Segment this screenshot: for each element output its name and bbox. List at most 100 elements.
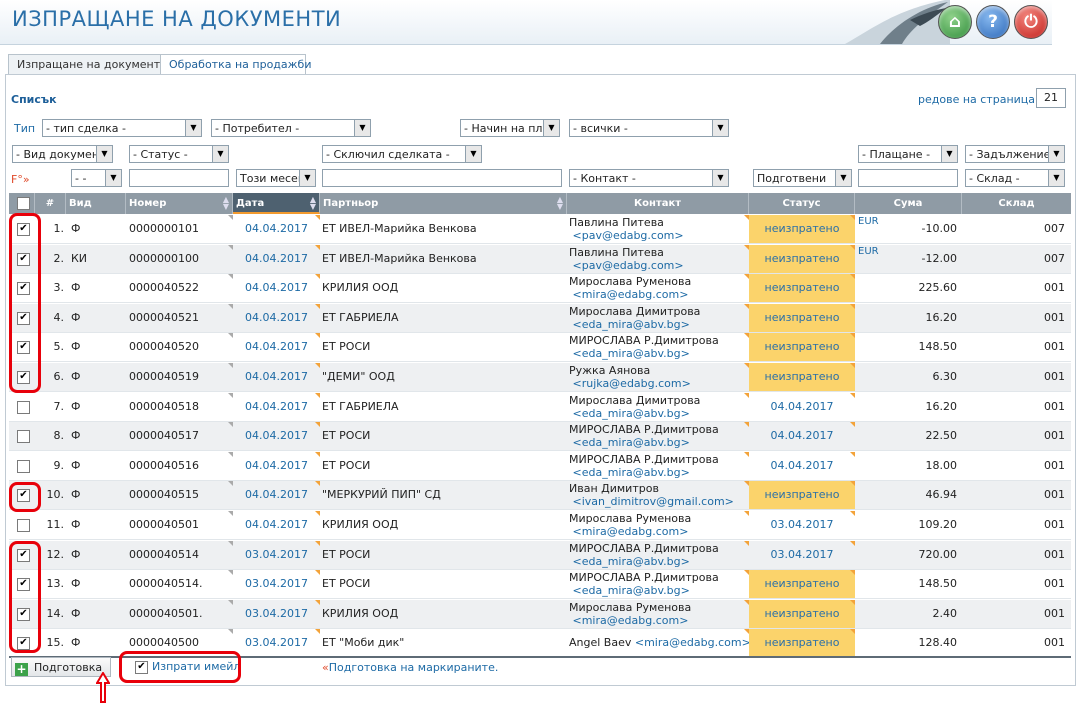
row-store: 001 <box>1044 636 1065 650</box>
table-row[interactable]: ✔ 4. Ф 0000040521 04.04.2017 ЕТ ГАБРИЕЛА Мирос… <box>9 303 1071 333</box>
row-type: Ф <box>71 399 81 413</box>
deal-type-select[interactable]: - тип сделка - ▼ <box>42 119 202 137</box>
corner-marker <box>315 392 320 398</box>
payment-method-select[interactable]: - Начин на плащ ▼ <box>460 119 560 137</box>
home-icon[interactable]: ⌂ <box>938 5 972 39</box>
chevron-down-icon: ▼ <box>1048 170 1064 186</box>
corner-marker <box>850 599 855 605</box>
table-row[interactable]: ✔ 3. Ф 0000040522 04.04.2017 КРИЛИЯ ООД Миросл… <box>9 274 1071 304</box>
table-row[interactable]: 8. Ф 0000040517 04.04.2017 ЕТ РОСИ МИРОСЛАВА … <box>9 422 1071 452</box>
date-range-select[interactable]: Този месец ▼ <box>236 169 316 187</box>
row-number: 0000040501. <box>129 606 203 620</box>
row-contact: Мирослава Руменова <mira@edabg.com> <box>569 512 692 538</box>
contact-email-link[interactable]: <eda_mira@abv.bg> <box>573 347 690 360</box>
liability-select[interactable]: - Задължение - ▼ <box>965 145 1065 163</box>
row-checkbox[interactable] <box>17 400 30 414</box>
sum-filter-input[interactable] <box>858 169 958 187</box>
row-sum: 16.20 <box>925 310 958 324</box>
row-number: 0000000101 <box>129 222 199 235</box>
table-row[interactable]: ✔ 1. Ф 0000000101 04.04.2017 ЕТ ИВЕЛ-Марийка … <box>9 215 1071 244</box>
rows-per-page-input[interactable]: 21 <box>1036 88 1066 108</box>
table-row[interactable]: ✔ 5. Ф 0000040520 04.04.2017 ЕТ РОСИ МИРОСЛАВА… <box>9 333 1071 363</box>
row-partner: ЕТ ИВЕЛ-Марийка Венкова <box>322 222 477 235</box>
row-partner: ЕТ РОСИ <box>322 458 371 472</box>
row-type: Ф <box>71 636 81 650</box>
all-select[interactable]: - всички - ▼ <box>569 119 729 137</box>
select-all-checkbox[interactable] <box>17 197 30 210</box>
tab-send-documents[interactable]: Изпращане на документи <box>8 54 167 74</box>
tab-sales-processing[interactable]: Обработка на продажби <box>160 54 312 75</box>
status-select[interactable]: - Статус - ▼ <box>129 145 229 163</box>
col-status[interactable]: Статус <box>749 193 855 214</box>
row-store: 001 <box>1044 518 1065 531</box>
contact-select[interactable]: - Контакт - ▼ <box>569 169 729 187</box>
f-label: F°» <box>11 173 30 186</box>
contact-email-link[interactable]: <ivan_dimitrov@gmail.com> <box>573 495 734 508</box>
user-select[interactable]: - Потребител - ▼ <box>211 119 371 137</box>
contact-email-link[interactable]: <eda_mira@abv.bg> <box>573 318 690 331</box>
table-row[interactable]: ✔ 2. КИ 0000000100 04.04.2017 ЕТ ИВЕЛ-Марийка… <box>9 244 1071 274</box>
document-type-select[interactable]: - Вид документ ▼ <box>12 145 113 163</box>
row-date: 04.04.2017 <box>245 281 308 295</box>
store-select[interactable]: - Склад - ▼ <box>965 169 1065 187</box>
row-type: Ф <box>71 340 81 354</box>
contact-email-link[interactable]: <eda_mira@abv.bg> <box>573 584 690 597</box>
row-type: Ф <box>71 458 81 472</box>
col-partner[interactable]: Партньор ▲ ▼ <box>320 193 567 214</box>
filter-small-select[interactable]: - - ▼ <box>71 169 122 187</box>
row-contact: Angel Baev <mira@edabg.com> <box>569 636 749 650</box>
row-number: 0000040517 <box>129 429 199 443</box>
col-store[interactable]: Склад <box>962 193 1071 214</box>
contact-email-link[interactable]: <mira@edabg.com> <box>573 614 689 627</box>
table-row[interactable]: ✔ 6. Ф 0000040519 04.04.2017 "ДЕМИ" ООД Ружка … <box>9 363 1071 392</box>
row-date: 04.04.2017 <box>245 340 308 354</box>
row-number: 0000040518 <box>129 399 199 413</box>
row-type: Ф <box>71 488 81 502</box>
help-icon[interactable]: ? <box>976 5 1010 39</box>
corner-marker <box>850 540 855 546</box>
contact-email-link[interactable]: <pav@edabg.com> <box>573 259 684 272</box>
row-contact: Павлина Питева <pav@edabg.com> <box>569 216 684 242</box>
table-row[interactable]: ✔ 14. Ф 0000040501. 03.04.2017 КРИЛИЯ ООД Миро… <box>9 599 1071 629</box>
number-filter-input[interactable] <box>129 169 229 187</box>
col-number[interactable]: Номер ▲ ▼ <box>126 193 233 214</box>
row-status: неизпратено <box>749 244 855 273</box>
row-checkbox[interactable] <box>17 519 30 532</box>
contact-email-link[interactable]: <rujka@edabg.com> <box>573 377 691 390</box>
row-status: 04.04.2017 <box>770 399 834 413</box>
row-status: неизпратено <box>749 303 855 332</box>
partner-filter-input[interactable] <box>322 169 562 187</box>
table-row[interactable]: ✔ 10. Ф 0000040515 04.04.2017 "МЕРКУРИЙ ПИП" … <box>9 481 1071 511</box>
row-partner: ЕТ "Моби дик" <box>322 636 405 650</box>
col-type[interactable]: Вид <box>66 193 126 214</box>
chevron-down-icon: ▼ <box>105 170 121 186</box>
prepared-select[interactable]: Подготвени ▼ <box>753 169 852 187</box>
table-row[interactable]: ✔ 13. Ф 0000040514. 03.04.2017 ЕТ РОСИ МИРОСЛА… <box>9 570 1071 600</box>
contact-email-link[interactable]: <eda_mira@abv.bg> <box>573 555 690 568</box>
chevron-down-icon: ▼ <box>543 120 559 136</box>
row-checkbox[interactable] <box>17 459 30 473</box>
corner-marker <box>315 363 320 368</box>
contact-email-link[interactable]: <eda_mira@abv.bg> <box>573 466 690 479</box>
col-date[interactable]: Дата ▲ ▼ <box>233 193 320 214</box>
payment-select[interactable]: - Плащане - ▼ <box>858 145 958 163</box>
table-row[interactable]: ✔ 12. Ф 0000040514 03.04.2017 ЕТ РОСИ МИРОСЛАВ… <box>9 540 1071 570</box>
contact-email-link[interactable]: <mira@edabg.com> <box>573 525 689 538</box>
select-all-cell <box>9 193 35 214</box>
corner-marker <box>315 599 320 605</box>
contact-email-link[interactable]: <mira@edabg.com> <box>573 288 689 301</box>
row-number: 0000040519 <box>129 370 199 383</box>
contact-email-link[interactable]: <eda_mira@abv.bg> <box>573 407 690 420</box>
table-row[interactable]: 7. Ф 0000040518 04.04.2017 ЕТ ГАБРИЕЛА Миросл… <box>9 392 1071 422</box>
closed-deal-select[interactable]: - Сключил сделката - ▼ <box>322 145 482 163</box>
table-row[interactable]: 9. Ф 0000040516 04.04.2017 ЕТ РОСИ МИРОСЛАВА … <box>9 451 1071 481</box>
row-date: 04.04.2017 <box>245 222 308 235</box>
row-checkbox[interactable] <box>17 430 30 444</box>
table-row[interactable]: 11. Ф 0000040501 04.04.2017 КРИЛИЯ ООД Миросл… <box>9 511 1071 540</box>
row-status: неизпратено <box>749 333 855 362</box>
contact-email-link[interactable]: <eda_mira@abv.bg> <box>573 436 690 449</box>
col-contact[interactable]: Контакт <box>567 193 749 214</box>
contact-email-link[interactable]: <pav@edabg.com> <box>573 229 684 242</box>
power-icon[interactable]: ⏻ <box>1014 5 1048 39</box>
row-contact: Мирослава Димитрова <eda_mira@abv.bg> <box>569 304 701 331</box>
